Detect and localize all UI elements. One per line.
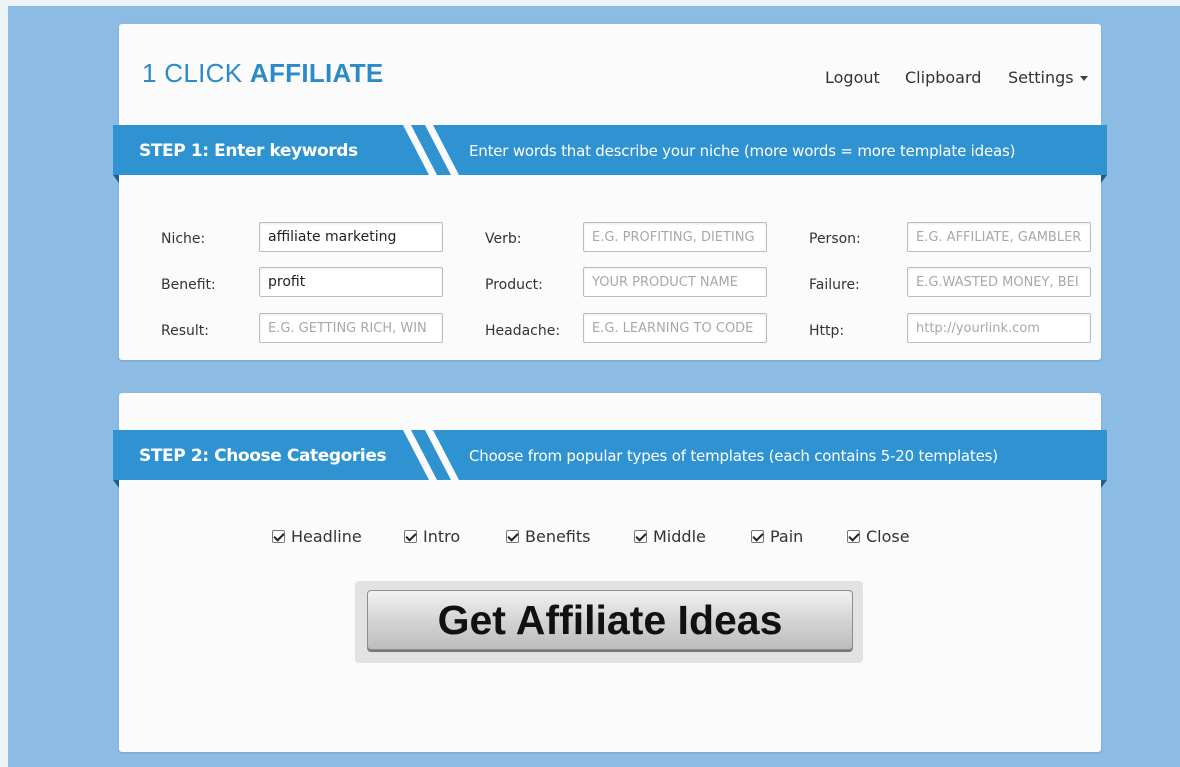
category-benefits[interactable]: Benefits [506, 527, 591, 546]
step1-ribbon: STEP 1: Enter keywords Enter words that … [113, 125, 1107, 183]
category-label: Headline [291, 527, 362, 546]
checkbox-checked-icon[interactable] [751, 530, 764, 543]
http-label: Http: [809, 323, 845, 339]
verb-input[interactable] [583, 222, 767, 252]
settings-label: Settings [1008, 68, 1074, 87]
caret-down-icon [1079, 76, 1088, 81]
headache-label: Headache: [485, 323, 561, 339]
checkbox-checked-icon[interactable] [272, 530, 285, 543]
category-pain[interactable]: Pain [751, 527, 803, 546]
result-label: Result: [161, 323, 209, 339]
result-input[interactable] [259, 313, 443, 343]
checkbox-checked-icon[interactable] [634, 530, 647, 543]
product-input[interactable] [583, 267, 767, 297]
headache-input[interactable] [583, 313, 767, 343]
category-label: Middle [653, 527, 706, 546]
button-container: Get Affiliate Ideas [355, 581, 863, 663]
step1-description: Enter words that describe your niche (mo… [469, 142, 1016, 160]
checkbox-checked-icon[interactable] [506, 530, 519, 543]
failure-input[interactable] [907, 267, 1091, 297]
get-affiliate-ideas-button[interactable]: Get Affiliate Ideas [367, 590, 853, 650]
logo-prefix: 1 CLICK [142, 58, 250, 88]
person-input[interactable] [907, 222, 1091, 252]
category-label: Close [866, 527, 910, 546]
category-label: Intro [423, 527, 461, 546]
niche-label: Niche: [161, 231, 206, 247]
categories-panel: STEP 2: Choose Categories Choose from po… [113, 393, 1107, 752]
category-label: Benefits [525, 527, 591, 546]
step2-ribbon: STEP 2: Choose Categories Choose from po… [113, 430, 1107, 488]
app-logo: 1 CLICK AFFILIATE [142, 58, 384, 89]
niche-input[interactable] [259, 222, 443, 252]
step2-title: STEP 2: Choose Categories [139, 446, 387, 466]
category-middle[interactable]: Middle [634, 527, 706, 546]
logo-bold: AFFILIATE [249, 58, 384, 88]
step1-title: STEP 1: Enter keywords [139, 141, 358, 161]
checkbox-checked-icon[interactable] [847, 530, 860, 543]
product-label: Product: [485, 277, 543, 293]
category-close[interactable]: Close [847, 527, 910, 546]
verb-label: Verb: [485, 231, 522, 247]
person-label: Person: [809, 231, 861, 247]
logout-link[interactable]: Logout [825, 68, 880, 87]
step2-description: Choose from popular types of templates (… [469, 447, 998, 465]
benefit-input[interactable] [259, 267, 443, 297]
checkbox-checked-icon[interactable] [404, 530, 417, 543]
window-frame-top [0, 0, 1180, 6]
category-label: Pain [770, 527, 804, 546]
failure-label: Failure: [809, 277, 860, 293]
category-intro[interactable]: Intro [404, 527, 460, 546]
benefit-label: Benefit: [161, 277, 216, 293]
http-input[interactable] [907, 313, 1091, 343]
category-headline[interactable]: Headline [272, 527, 362, 546]
settings-dropdown[interactable]: Settings [1008, 68, 1088, 87]
window-frame-left [0, 0, 8, 767]
keywords-panel: 1 CLICK AFFILIATE Logout Clipboard Setti… [113, 24, 1107, 360]
clipboard-link[interactable]: Clipboard [905, 68, 981, 87]
